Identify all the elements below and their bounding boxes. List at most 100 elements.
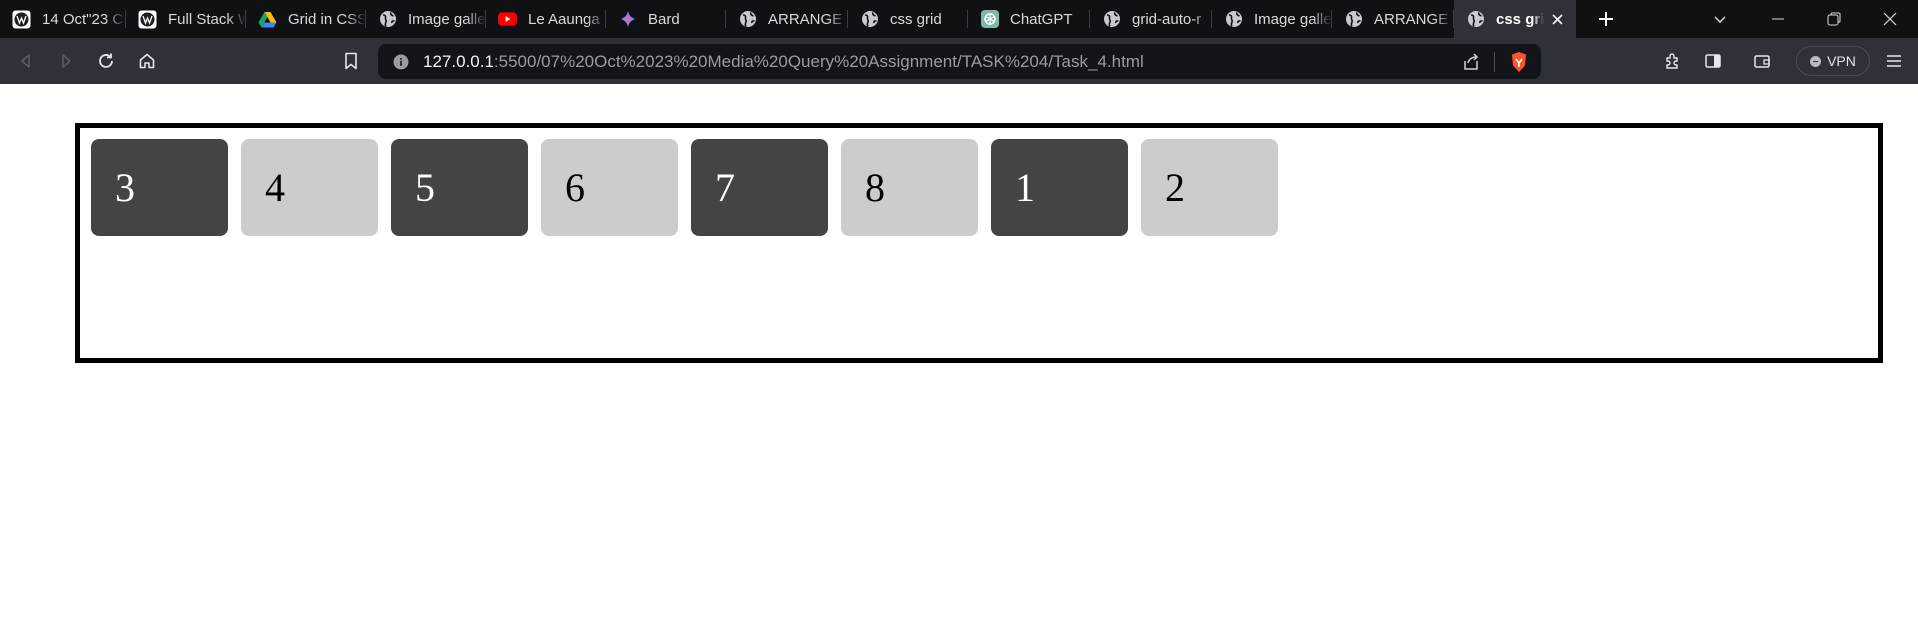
grid-item-label: 2 (1165, 165, 1185, 210)
tab-title: grid-auto-r (1132, 10, 1202, 28)
grid-item-label: 4 (265, 165, 285, 210)
hamburger-menu-icon (1887, 55, 1901, 67)
tab-title: Le Aaunga (528, 10, 600, 28)
tab-active[interactable]: css grid (1454, 0, 1576, 38)
tab-title: css grid (890, 10, 942, 28)
tab-title: ChatGPT (1010, 10, 1073, 28)
grid-item-label: 6 (565, 165, 585, 210)
tab[interactable]: Le Aaunga (486, 0, 606, 38)
forward-button[interactable] (46, 41, 86, 81)
reload-icon (99, 53, 113, 68)
globe-icon (378, 10, 397, 29)
chevron-down-icon (1714, 16, 1726, 24)
grid-item-label: 8 (865, 165, 885, 210)
chatgpt-icon (980, 10, 999, 29)
url-path: :5500/07%20Oct%2023%20Media%20Query%20As… (493, 51, 1144, 71)
globe-icon (1102, 10, 1121, 29)
new-tab-button[interactable] (1586, 0, 1626, 38)
globe-icon (1466, 10, 1485, 29)
sidebar-icon (1705, 54, 1721, 68)
youtube-icon (498, 10, 517, 29)
site-info-icon[interactable] (393, 54, 409, 70)
puzzle-icon (1666, 53, 1678, 69)
tab[interactable]: Full Stack W (126, 0, 246, 38)
reload-button[interactable] (86, 41, 126, 81)
tab[interactable]: ARRANGE (726, 0, 848, 38)
tab[interactable]: css grid (848, 0, 968, 38)
grid-item: 4 (241, 139, 378, 236)
url-text[interactable]: 127.0.0.1:5500/07%20Oct%2023%20Media%20Q… (423, 52, 1144, 72)
browser-toolbar: 127.0.0.1:5500/07%20Oct%2023%20Media%20Q… (0, 38, 1918, 84)
tab-title: css grid (1496, 10, 1544, 28)
grid-item: 6 (541, 139, 678, 236)
vpn-button[interactable]: VPN (1796, 46, 1870, 76)
grid-item: 3 (91, 139, 228, 236)
home-icon (139, 53, 155, 69)
plus-icon (1599, 12, 1613, 26)
tab-title: Bard (648, 10, 680, 28)
tab-title: Grid in CSS (288, 10, 366, 28)
globe-icon (1344, 10, 1363, 29)
wallet-button[interactable] (1742, 41, 1782, 81)
tab-title: Image galle (408, 10, 486, 28)
share-icon[interactable] (1462, 52, 1480, 71)
grid-item: 8 (841, 139, 978, 236)
tab-title: ARRANGE (768, 10, 843, 28)
bard-icon (618, 10, 637, 29)
extensions-button[interactable] (1653, 41, 1693, 81)
drive-icon (258, 10, 277, 29)
tab[interactable]: grid-auto-r (1090, 0, 1212, 38)
tab[interactable]: Image galle (1212, 0, 1332, 38)
wallet-icon (1754, 55, 1770, 68)
bookmark-icon (345, 52, 357, 70)
forward-icon (62, 54, 71, 68)
tab-search-button[interactable] (1700, 0, 1740, 38)
close-icon (1883, 12, 1897, 26)
grid-container: 3 4 5 6 7 8 1 2 (75, 123, 1883, 363)
menu-button[interactable] (1874, 41, 1914, 81)
grid-item: 5 (391, 139, 528, 236)
back-button[interactable] (6, 41, 46, 81)
tab-title: 14 Oct"23 C (42, 10, 124, 28)
wp-icon (138, 10, 157, 29)
page-viewport: 3 4 5 6 7 8 1 2 (0, 84, 1918, 630)
vpn-label: VPN (1827, 53, 1856, 69)
grid-item-label: 3 (115, 165, 135, 210)
address-bar[interactable]: 127.0.0.1:5500/07%20Oct%2023%20Media%20Q… (378, 44, 1541, 79)
tab[interactable]: Grid in CSS (246, 0, 366, 38)
grid-item: 1 (991, 139, 1128, 236)
close-window-button[interactable] (1862, 0, 1918, 38)
address-bar-actions (1462, 44, 1529, 79)
globe-icon (860, 10, 879, 29)
home-button[interactable] (127, 41, 167, 81)
restore-icon (1827, 12, 1841, 26)
tab[interactable]: ChatGPT (968, 0, 1090, 38)
window-controls (1750, 0, 1918, 38)
globe-icon (738, 10, 757, 29)
sidebar-button[interactable] (1693, 41, 1733, 81)
tab[interactable]: 14 Oct"23 C (0, 0, 126, 38)
grid-item-label: 1 (1015, 165, 1035, 210)
tab-title: ARRANGE (1374, 10, 1449, 28)
tab[interactable]: Image galle (366, 0, 486, 38)
grid-item-label: 5 (415, 165, 435, 210)
close-tab-icon[interactable] (1548, 10, 1566, 28)
tab-title: Image galle (1254, 10, 1332, 28)
globe-icon (1224, 10, 1243, 29)
grid-item: 2 (1141, 139, 1278, 236)
tab-title: Full Stack W (168, 10, 246, 28)
wp-icon (12, 10, 31, 29)
tab[interactable]: ARRANGE (1332, 0, 1454, 38)
grid-item: 7 (691, 139, 828, 236)
url-host: 127.0.0.1 (423, 51, 494, 71)
minimize-button[interactable] (1750, 0, 1806, 38)
minimize-icon (1772, 18, 1784, 20)
tab-list: 14 Oct"23 C Full Stack W Grid in CSS Image … (0, 0, 1576, 38)
back-icon (21, 54, 30, 68)
brave-shields-icon[interactable] (1509, 51, 1529, 73)
restore-button[interactable] (1806, 0, 1862, 38)
grid-item-label: 7 (715, 165, 735, 210)
tab[interactable]: Bard (606, 0, 726, 38)
tab-strip: 14 Oct"23 C Full Stack W Grid in CSS Image … (0, 0, 1918, 38)
bookmark-button[interactable] (331, 41, 371, 81)
